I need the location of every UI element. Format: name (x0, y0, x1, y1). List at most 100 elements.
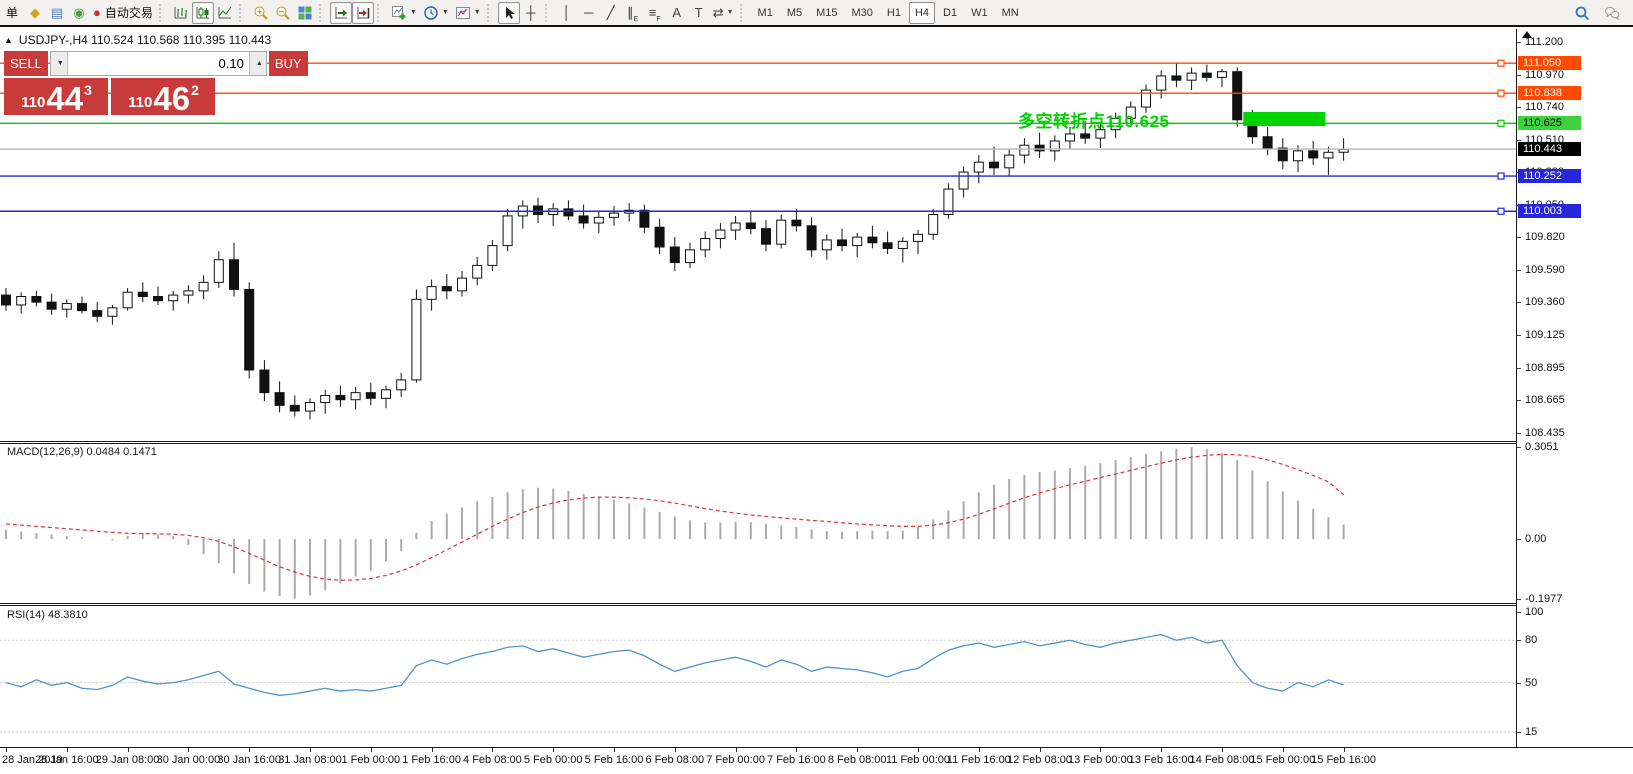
panel-separator[interactable] (0, 441, 1633, 444)
time-tick-label: 12 Feb 08:00 (1007, 754, 1072, 766)
bar-chart-icon[interactable] (170, 2, 192, 24)
line-handle[interactable] (1498, 120, 1504, 126)
price-level-badge: 110.443 (1518, 142, 1581, 156)
timeframe-button-h4[interactable]: H4 (909, 2, 935, 24)
buy-price-button[interactable]: 110462 (111, 78, 215, 115)
tile-windows-icon[interactable] (294, 2, 316, 24)
price-tick-label: 109.360 (1525, 296, 1565, 309)
time-tick-label: 8 Feb 08:00 (828, 754, 887, 766)
chart-shift-icon[interactable] (352, 2, 374, 24)
axis-tick (1517, 368, 1521, 369)
toolbar-grip (487, 4, 493, 22)
time-tick-label: 15 Feb 00:00 (1250, 754, 1315, 766)
buy-button[interactable]: BUY (269, 51, 308, 76)
price-tick-label: 0.3051 (1525, 441, 1559, 454)
templates-icon[interactable]: ▼ (452, 2, 484, 24)
chart-window-icon[interactable]: ▤ (46, 2, 68, 24)
timeframe-button-mn[interactable]: MN (996, 2, 1025, 24)
time-tick (918, 748, 919, 752)
time-tick (736, 748, 737, 752)
equidistant-channel-icon[interactable]: ∥E (622, 2, 644, 24)
auto-scroll-icon[interactable] (330, 2, 352, 24)
time-tick (675, 748, 676, 752)
text-label-icon[interactable]: T (688, 2, 710, 24)
time-tick-label: 1 Feb 00:00 (341, 754, 400, 766)
signals-icon[interactable]: ◉ (68, 2, 90, 24)
sell-price-button[interactable]: 110443 (4, 78, 108, 115)
chat-icon[interactable] (1601, 2, 1623, 24)
line-handle[interactable] (1498, 208, 1504, 214)
cursor-icon[interactable] (498, 2, 520, 24)
timeframe-button-m15[interactable]: M15 (810, 2, 843, 24)
time-tick-label: 29 Jan 08:00 (96, 754, 160, 766)
price-level-badge: 110.252 (1518, 169, 1581, 183)
auto-trading-button[interactable]: ●自动交易 (90, 2, 156, 24)
time-tick (1222, 748, 1223, 752)
axis-tick (1517, 270, 1521, 271)
price-level-badge: 110.003 (1518, 204, 1581, 218)
time-tick-label: 28 Jan 16:00 (35, 754, 99, 766)
vertical-line-icon[interactable]: │ (556, 2, 578, 24)
axis-tick (1517, 539, 1521, 540)
volume-increase-button[interactable]: ▲ (249, 52, 266, 75)
price-tick-label: 108.665 (1525, 394, 1565, 407)
macd-panel[interactable] (0, 444, 1517, 603)
price-tick-label: 0.00 (1525, 533, 1546, 546)
timeframe-button-h1[interactable]: H1 (881, 2, 907, 24)
axis-tick (1517, 612, 1521, 613)
zoom-in-icon[interactable] (250, 2, 272, 24)
line-chart-icon[interactable] (214, 2, 236, 24)
line-handle[interactable] (1498, 60, 1504, 66)
chart-ohlc-title: USDJPY-,H4 110.524 110.568 110.395 110.4… (19, 33, 271, 47)
line-handle[interactable] (1498, 173, 1504, 179)
horizontal-line-icon[interactable]: ─ (578, 2, 600, 24)
price-chart[interactable] (0, 29, 1517, 441)
chevron-down-icon[interactable]: ▼ (442, 9, 449, 16)
price-axis: 111.200110.970110.740110.510110.280110.0… (1517, 29, 1633, 747)
timeframe-button-d1[interactable]: D1 (937, 2, 963, 24)
trendline-icon[interactable]: ╱ (600, 2, 622, 24)
timeframe-button-m1[interactable]: M1 (752, 2, 779, 24)
macd-indicator-label: MACD(12,26,9) 0.0484 0.1471 (7, 446, 157, 458)
time-tick (1283, 748, 1284, 752)
panel-separator[interactable] (0, 603, 1633, 606)
search-icon[interactable] (1571, 2, 1593, 24)
time-tick-label: 11 Feb 16:00 (947, 754, 1011, 766)
fibonacci-icon[interactable]: ≡F (644, 2, 666, 24)
text-label-icon: T (695, 6, 703, 19)
price-tick-label: 111.200 (1525, 36, 1563, 49)
chevron-down-icon[interactable]: ▼ (727, 9, 734, 16)
crosshair-icon[interactable]: ┼ (520, 2, 542, 24)
axis-tick (1517, 683, 1521, 684)
periods-icon[interactable]: ▼ (420, 2, 452, 24)
indicators-icon[interactable]: ▼ (388, 2, 420, 24)
new-order-icon: ◆ (30, 6, 40, 19)
line-handle[interactable] (1498, 90, 1504, 96)
chevron-down-icon[interactable]: ▼ (410, 9, 417, 16)
sell-button[interactable]: SELL (4, 51, 48, 76)
buy-price-sup: 2 (191, 82, 199, 98)
axis-tick (1517, 433, 1521, 434)
volume-decrease-button[interactable]: ▼ (51, 52, 68, 75)
timeframe-button-m30[interactable]: M30 (846, 2, 879, 24)
timeframe-button-w1[interactable]: W1 (965, 2, 994, 24)
time-tick-label: 7 Feb 16:00 (767, 754, 826, 766)
arrows-icon[interactable]: ⇄▼ (710, 2, 737, 24)
menu-label[interactable]: 单 (4, 4, 24, 21)
timeframe-button-m5[interactable]: M5 (781, 2, 808, 24)
pivot-annotation-text: 多空转折点110.625 (1018, 107, 1170, 132)
rsi-panel[interactable] (0, 606, 1517, 747)
panel-collapse-toggle[interactable]: ▲ (4, 35, 13, 45)
one-click-trading-panel: ▲ USDJPY-,H4 110.524 110.568 110.395 110… (4, 33, 218, 115)
candlestick-chart-icon[interactable] (192, 2, 214, 24)
new-order-icon[interactable]: ◆ (24, 2, 46, 24)
time-tick-label: 1 Feb 16:00 (402, 754, 461, 766)
price-level-badge: 110.625 (1518, 116, 1581, 130)
volume-input[interactable] (68, 52, 249, 75)
toolbar-grip (545, 4, 551, 22)
zoom-out-icon[interactable] (272, 2, 294, 24)
top-toolbar: 单 ◆ ▤◉●自动交易 ▼ ▼ ▼ ┼ │─╱∥E≡FAT ⇄▼ M1M5M15M30H1H4… (0, 0, 1633, 27)
chevron-down-icon[interactable]: ▼ (474, 9, 481, 16)
text-icon[interactable]: A (666, 2, 688, 24)
price-tick-label: -0.1977 (1525, 593, 1562, 606)
